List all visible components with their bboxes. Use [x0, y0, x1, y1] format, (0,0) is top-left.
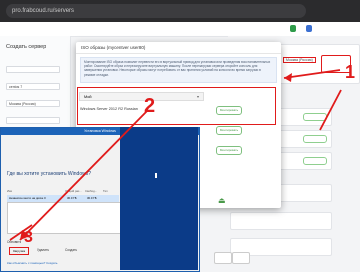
annotation-arrow-2: [19, 109, 149, 241]
annotation-number-1: 1: [345, 62, 355, 82]
annotation-number-3: 3: [24, 229, 33, 246]
annotation-arrow-1b: [319, 89, 342, 131]
annotation-arrow-1: [283, 69, 341, 79]
arrowhead-icon: [284, 73, 292, 82]
annotation-number-2: 2: [144, 95, 155, 117]
annotation-overlay: 1 2 3: [9, 62, 355, 246]
